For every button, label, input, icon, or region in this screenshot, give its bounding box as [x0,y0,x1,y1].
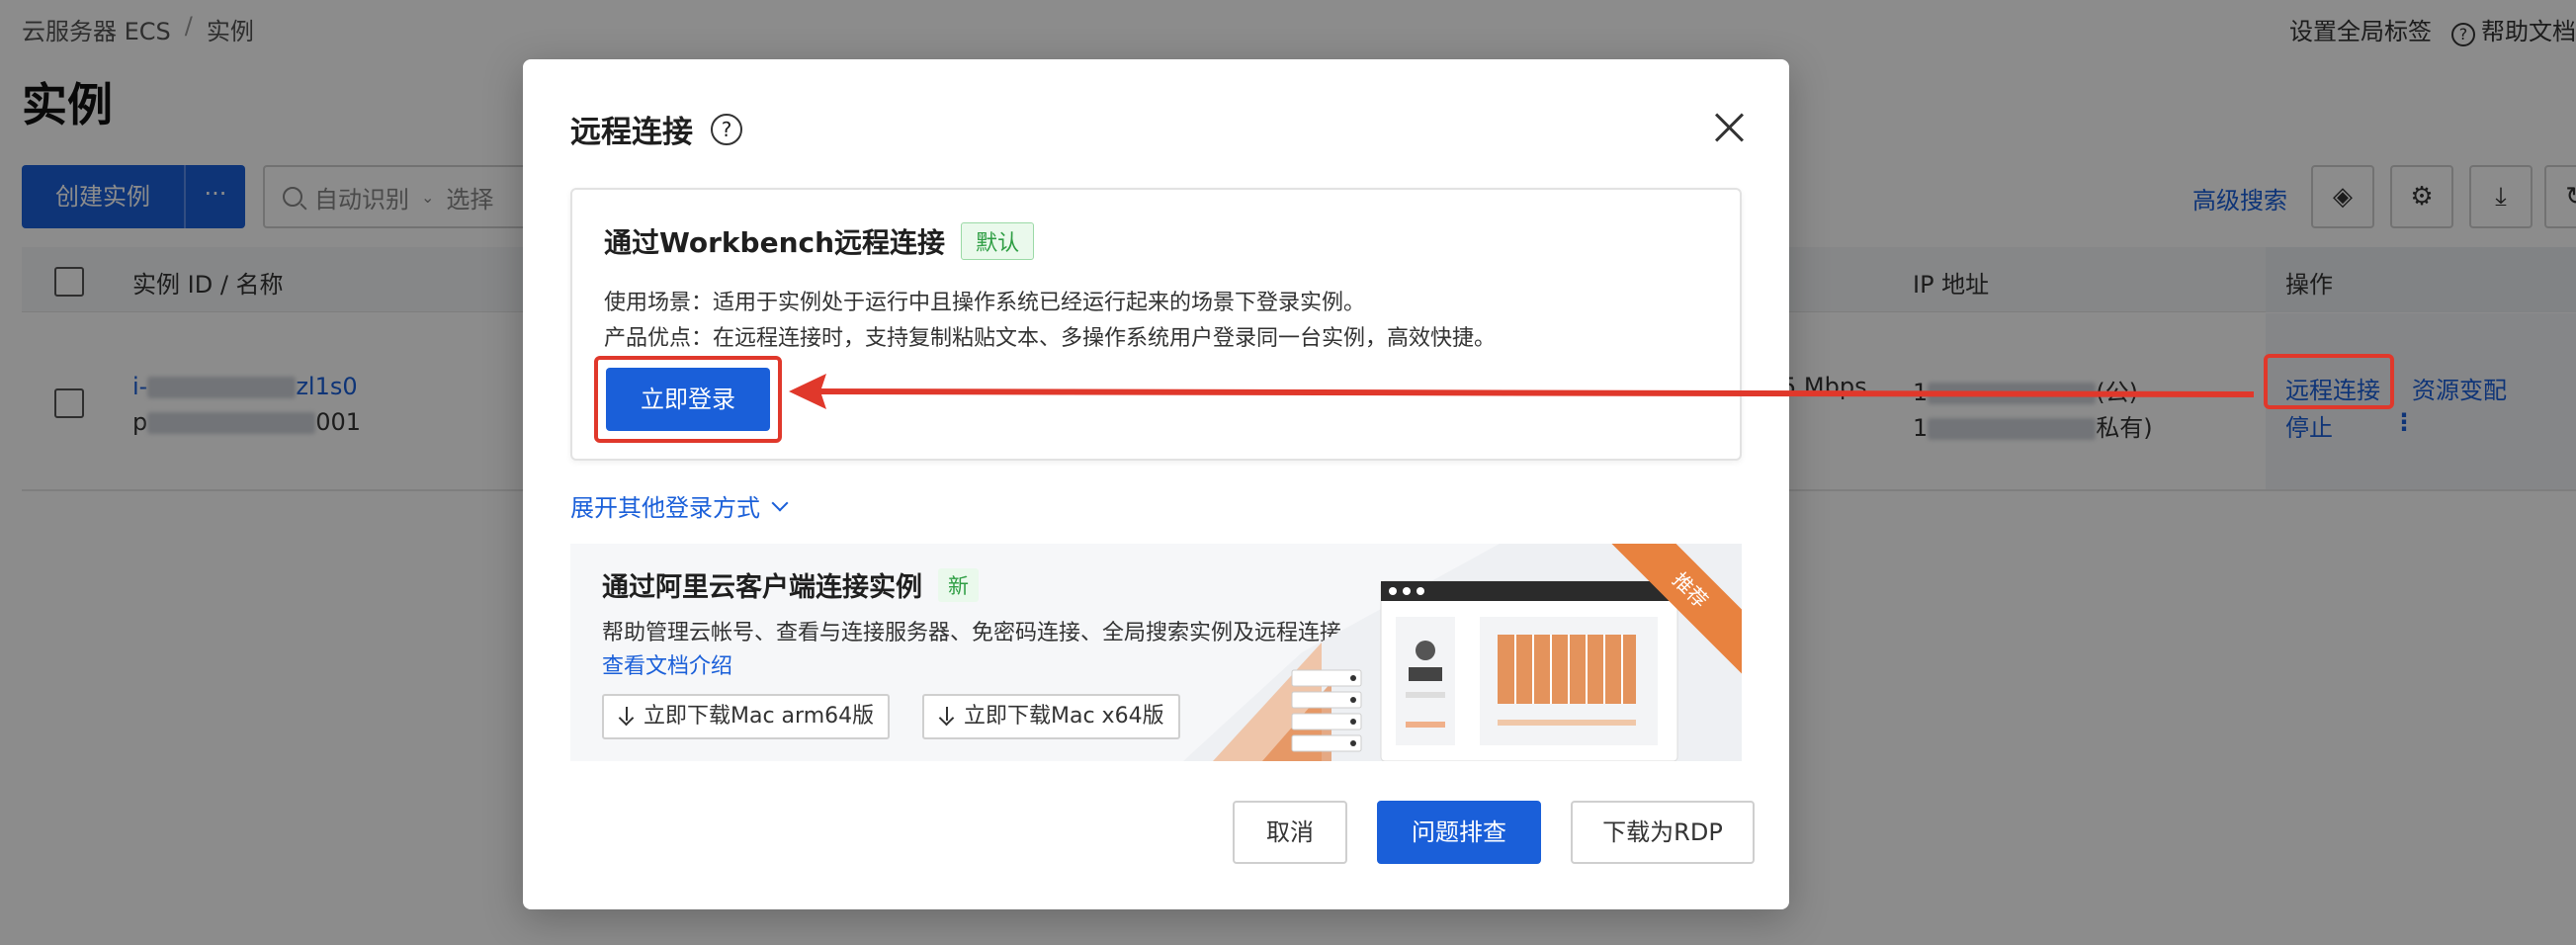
download-icon [618,706,636,728]
dialog-title-text: 远程连接 [570,115,693,150]
remote-connect-dialog: 远程连接 ? 通过Workbench远程连接 默认 使用场景：适用于实例处于运行… [523,59,1789,909]
client-title-text: 通过阿里云客户端连接实例 [602,572,922,603]
view-docs-link[interactable]: 查看文档介绍 [602,648,732,680]
download-arm64-label: 立即下载Mac arm64版 [644,704,875,729]
client-card: 通过阿里云客户端连接实例 新 帮助管理云帐号、查看与连接服务器、免密码连接、全局… [570,544,1742,761]
workbench-advantage: 产品优点：在远程连接时，支持复制粘贴文本、多操作系统用户登录同一台实例，高效快捷… [604,326,1497,351]
download-mac-x64-button[interactable]: 立即下载Mac x64版 [922,694,1180,739]
download-mac-arm64-button[interactable]: 立即下载Mac arm64版 [602,694,891,739]
chevron-down-icon [771,494,789,511]
expand-other-methods-link[interactable]: 展开其他登录方式 [570,488,789,523]
close-icon[interactable] [1712,111,1746,144]
workbench-scenario: 使用场景：适用于实例处于运行中且操作系统已经运行起来的场景下登录实例。 [604,291,1366,315]
new-badge: 新 [938,567,979,602]
highlight-box-remote-connect [2264,354,2394,409]
download-icon [938,706,956,728]
workbench-card: 通过Workbench远程连接 默认 使用场景：适用于实例处于运行中且操作系统已… [570,188,1742,461]
login-now-button[interactable]: 立即登录 [606,368,770,431]
dialog-title: 远程连接 ? [570,107,742,151]
question-icon[interactable]: ? [711,113,742,145]
default-badge: 默认 [961,222,1035,260]
expand-label: 展开其他登录方式 [570,494,760,522]
cancel-button[interactable]: 取消 [1233,801,1347,864]
troubleshoot-button[interactable]: 问题排查 [1377,801,1541,864]
download-rdp-button[interactable]: 下载为RDP [1571,801,1755,864]
download-x64-label: 立即下载Mac x64版 [964,704,1164,729]
workbench-title: 通过Workbench远程连接 默认 [604,221,1035,261]
workbench-title-text: 通过Workbench远程连接 [604,226,946,259]
client-title: 通过阿里云客户端连接实例 新 [602,565,979,604]
